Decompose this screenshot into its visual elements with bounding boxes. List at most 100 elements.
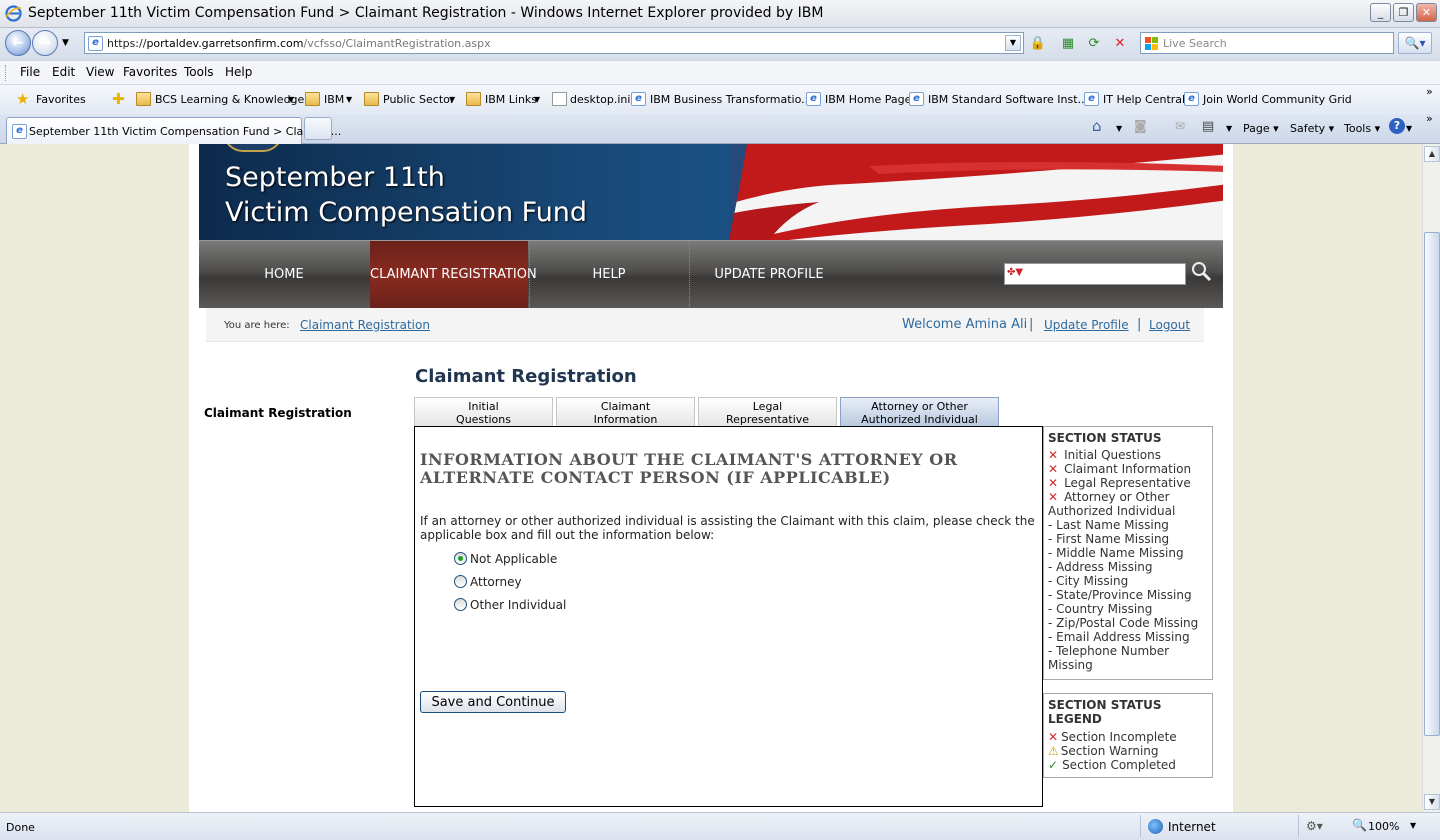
option-other-individual[interactable]: Other Individual [454,598,566,616]
save-and-continue-button[interactable]: Save and Continue [420,691,566,713]
safety-menu-button[interactable]: Safety ▾ [1290,122,1334,135]
add-favorite-icon[interactable]: ✚ [112,90,125,108]
lock-icon[interactable]: 🔒 [1028,34,1048,54]
chevron-down-icon[interactable]: ▼ [346,95,352,104]
tab-attorney-authorized-individual[interactable]: Attorney or Other Authorized Individual [840,397,999,427]
attorney-form-panel: INFORMATION ABOUT THE CLAIMANT'S ATTORNE… [414,426,1043,807]
favorites-bar: ★ Favorites ✚ BCS Learning & Knowledge ▼… [0,84,1440,114]
print-icon[interactable]: ▤ [1202,119,1214,134]
tab-legal-representative[interactable]: Legal Representative [698,397,837,427]
minimize-button[interactable]: _ [1370,3,1391,22]
close-window-button[interactable]: ✕ [1416,3,1437,22]
home-icon[interactable]: ⌂ [1092,117,1102,135]
menu-tools[interactable]: Tools [184,65,214,79]
legend-completed: ✓ Section Completed [1048,758,1176,772]
favorite-world-community-grid[interactable]: Join World Community Grid [1203,93,1352,106]
favorite-it-help-central[interactable]: IT Help Central [1103,93,1185,106]
chevron-down-icon[interactable]: ▼ [288,95,294,104]
you-are-here-label: You are here: [224,320,290,331]
site-search-input[interactable]: ✤▼ [1004,263,1186,285]
favorite-public-sector[interactable]: Public Sector [383,93,454,106]
option-not-applicable[interactable]: Not Applicable [454,552,557,570]
file-icon [552,92,567,106]
vertical-scrollbar[interactable]: ▲ ▼ [1422,144,1440,812]
protected-mode-icon[interactable]: ⚙▾ [1306,819,1323,833]
update-profile-link[interactable]: Update Profile [1044,318,1129,332]
search-go-button[interactable]: 🔍▾ [1398,32,1432,54]
favorite-ibm-home-page[interactable]: IBM Home Page [825,93,911,106]
ie-page-icon: e [909,92,924,106]
tools-menu-button[interactable]: Tools ▾ [1344,122,1380,135]
back-button[interactable]: ← [5,30,31,56]
warning-icon: ⚠ [1048,744,1059,758]
favorite-ibm-standard-software[interactable]: IBM Standard Software Inst... [928,93,1088,106]
nav-claimant-registration[interactable]: CLAIMANT REGISTRATION [370,241,537,309]
page-icon: e [88,36,103,51]
menu-edit[interactable]: Edit [52,65,75,79]
menu-view[interactable]: View [86,65,114,79]
chevron-down-icon[interactable]: ▼ [1226,124,1232,133]
main-nav: HOME CLAIMANT REGISTRATION HELP UPDATE P… [199,240,1223,309]
separator: | [1029,317,1034,332]
favorite-ibm-links[interactable]: IBM Links [485,93,537,106]
search-engine-dropdown-icon[interactable]: ✤▼ [1007,267,1033,281]
favorite-ibm-business-transformation[interactable]: IBM Business Transformatio... [650,93,812,106]
folder-icon [305,92,320,106]
radio-button[interactable] [454,598,467,611]
tab-claimant-information[interactable]: Claimant Information [556,397,695,427]
nav-home[interactable]: HOME [199,241,369,309]
security-zone[interactable]: Internet [1168,820,1216,834]
nav-update-profile[interactable]: UPDATE PROFILE [690,241,848,309]
favorite-desktop-ini[interactable]: desktop.ini [570,93,630,106]
breadcrumb-link[interactable]: Claimant Registration [300,318,430,332]
feeds-icon[interactable]: ◙ [1134,119,1147,134]
favorite-ibm[interactable]: IBM [324,93,344,106]
status-text: Done [6,821,35,834]
scroll-up-arrow-icon[interactable]: ▲ [1424,146,1440,162]
page-menu-button[interactable]: Page ▾ [1243,122,1279,135]
forward-button[interactable]: → [32,30,58,56]
more-commands-chevron-icon[interactable]: » [1426,112,1433,125]
menu-bar: File Edit View Favorites Tools Help [0,60,1440,84]
tab-initial-questions[interactable]: Initial Questions [414,397,553,427]
more-favorites-chevron-icon[interactable]: » [1426,85,1433,98]
radio-button-selected[interactable] [454,552,467,565]
compatibility-icon[interactable]: ▦ [1058,34,1078,54]
ie-page-icon: e [806,92,821,106]
new-tab-button[interactable] [304,117,332,140]
scrollbar-thumb[interactable] [1424,232,1440,736]
chevron-down-icon[interactable]: ▼ [449,95,455,104]
address-dropdown-icon[interactable]: ▼ [1005,35,1021,51]
welcome-text: Welcome Amina Ali [902,317,1028,332]
stop-icon[interactable]: ✕ [1110,34,1130,54]
chevron-down-icon[interactable]: ▼ [1116,124,1122,133]
logout-link[interactable]: Logout [1149,318,1190,332]
favorite-bcs-learning[interactable]: BCS Learning & Knowledge [155,93,304,106]
read-mail-icon[interactable]: ✉ [1175,119,1185,133]
favorites-button[interactable]: Favorites [36,93,86,106]
radio-button[interactable] [454,575,467,588]
recent-pages-dropdown-icon[interactable]: ▼ [62,38,69,48]
search-icon[interactable] [1189,259,1213,283]
incomplete-x-icon: ✕ [1048,490,1059,504]
chevron-down-icon[interactable]: ▼ [534,95,540,104]
help-icon[interactable]: ? [1389,118,1405,134]
scroll-down-arrow-icon[interactable]: ▼ [1424,794,1440,810]
missing-country: - Country Missing [1048,602,1153,616]
restore-button[interactable]: ❐ [1393,3,1414,22]
option-attorney[interactable]: Attorney [454,575,522,593]
nav-help[interactable]: HELP [530,241,688,309]
browser-tab-active[interactable]: e September 11th Victim Compensation Fun… [6,117,341,144]
window-titlebar: September 11th Victim Compensation Fund … [0,0,1440,28]
menu-file[interactable]: File [20,65,40,79]
refresh-icon[interactable]: ⟳ [1084,34,1104,54]
zoom-level[interactable]: 100% [1368,820,1399,833]
chevron-down-icon[interactable]: ▼ [1410,821,1416,830]
chevron-down-icon[interactable]: ▼ [1406,124,1412,133]
menu-help[interactable]: Help [225,65,252,79]
live-search-field[interactable]: Live Search [1140,32,1394,54]
menu-favorites[interactable]: Favorites [123,65,177,79]
section-status-title: SECTION STATUS [1048,431,1162,445]
separator: | [1137,317,1142,332]
address-field[interactable]: e https://portaldev.garretsonfirm.com/vc… [84,32,1024,54]
